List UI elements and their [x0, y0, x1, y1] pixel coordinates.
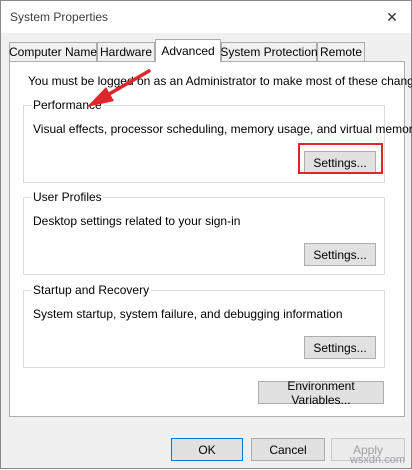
admin-note: You must be logged on as an Administrato… [28, 74, 412, 88]
cancel-button[interactable]: Cancel [251, 438, 325, 461]
startup-recovery-group: Startup and Recovery System startup, sys… [23, 283, 385, 368]
tab-computer-name[interactable]: Computer Name [9, 42, 97, 61]
ok-button[interactable]: OK [171, 438, 243, 461]
environment-variables-button[interactable]: Environment Variables... [258, 379, 384, 407]
user-profiles-group: User Profiles Desktop settings related t… [23, 190, 385, 275]
tab-system-protection[interactable]: System Protection [220, 42, 318, 61]
advanced-tab-panel: You must be logged on as an Administrato… [9, 61, 412, 417]
performance-description: Visual effects, processor scheduling, me… [33, 122, 412, 136]
user-profiles-settings-button[interactable]: Settings... [304, 243, 376, 266]
performance-label: Performance [31, 98, 104, 112]
system-properties-window: System Properties ✕ Computer Name Hardwa… [0, 0, 412, 469]
user-profiles-label: User Profiles [31, 190, 104, 204]
window-title: System Properties [10, 10, 109, 24]
tab-remote[interactable]: Remote [317, 42, 365, 61]
tab-advanced[interactable]: Advanced [155, 39, 221, 62]
tab-strip: Computer Name Hardware Advanced System P… [9, 39, 405, 62]
watermark: wsxdn.com [349, 454, 405, 466]
close-icon: ✕ [386, 8, 398, 25]
startup-recovery-settings-button[interactable]: Settings... [304, 336, 376, 359]
performance-group: Performance Visual effects, processor sc… [23, 98, 412, 183]
startup-recovery-label: Startup and Recovery [31, 283, 152, 297]
close-button[interactable]: ✕ [377, 5, 407, 29]
startup-recovery-description: System startup, system failure, and debu… [33, 307, 343, 321]
user-profiles-description: Desktop settings related to your sign-in [33, 214, 241, 228]
title-bar[interactable]: System Properties ✕ [1, 1, 411, 33]
tab-hardware[interactable]: Hardware [97, 42, 155, 61]
performance-settings-button[interactable]: Settings... [304, 151, 376, 174]
